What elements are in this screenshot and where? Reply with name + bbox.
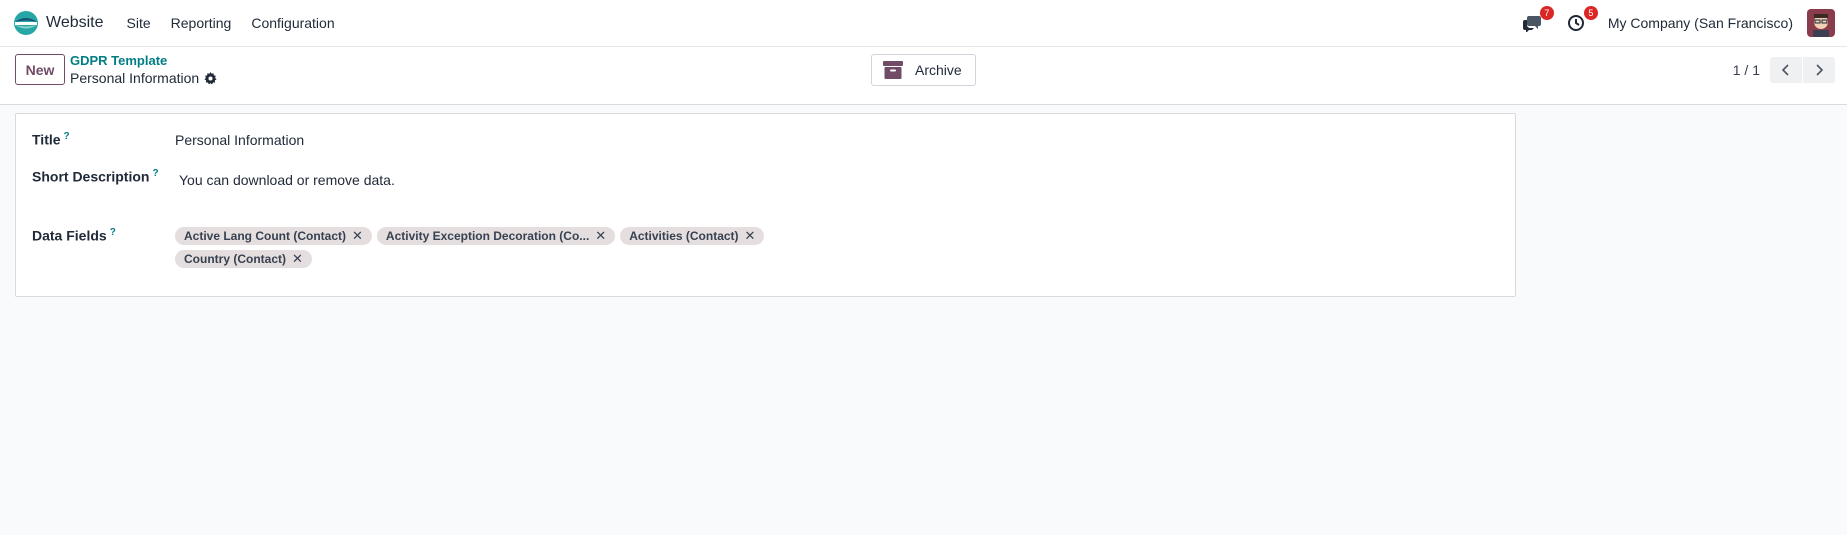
tag-label: Activity Exception Decoration (Co... — [385, 229, 590, 243]
breadcrumb-current-row: Personal Information — [70, 70, 217, 86]
tag-label: Activities (Contact) — [629, 229, 739, 243]
title-field[interactable]: Personal Information — [175, 132, 304, 148]
gear-icon[interactable] — [204, 71, 217, 85]
breadcrumb: GDPR Template Personal Information — [70, 53, 217, 86]
short-description-help-icon[interactable]: ? — [152, 168, 158, 179]
data-fields-label-text: Data Fields — [32, 227, 107, 244]
data-field-tag: Active Lang Count (Contact) ✕ — [175, 227, 372, 245]
tag-label: Country (Contact) — [184, 252, 286, 266]
main-menu: Site Reporting Configuration — [117, 15, 345, 31]
title-label: Title? — [32, 131, 70, 148]
pager-value[interactable]: 1 / 1 — [1733, 62, 1760, 78]
archive-button[interactable]: Archive — [871, 54, 976, 86]
remove-tag-icon[interactable]: ✕ — [352, 228, 363, 244]
menu-item-configuration[interactable]: Configuration — [241, 15, 344, 31]
user-avatar[interactable] — [1807, 9, 1835, 37]
top-navbar: Website Site Reporting Configuration 7 5… — [0, 0, 1847, 47]
title-help-icon[interactable]: ? — [64, 131, 70, 142]
record-pager: 1 / 1 — [1733, 57, 1835, 83]
app-brand[interactable]: Website — [13, 10, 104, 36]
breadcrumb-current: Personal Information — [70, 70, 200, 86]
menu-item-site[interactable]: Site — [117, 15, 161, 31]
messages-badge: 7 — [1539, 6, 1554, 20]
remove-tag-icon[interactable]: ✕ — [745, 228, 756, 244]
app-name: Website — [46, 14, 104, 31]
pager-previous-button[interactable] — [1770, 57, 1802, 83]
archive-box-icon — [883, 61, 903, 79]
remove-tag-icon[interactable]: ✕ — [595, 228, 606, 244]
form-sheet: Title? Personal Information Short Descri… — [15, 113, 1516, 297]
activities-badge: 5 — [1583, 6, 1598, 20]
data-field-tag: Activity Exception Decoration (Co... ✕ — [376, 227, 616, 245]
menu-item-reporting[interactable]: Reporting — [161, 15, 242, 31]
user-avatar-image — [1807, 9, 1835, 37]
data-fields-help-icon[interactable]: ? — [110, 227, 116, 238]
short-description-label-text: Short Description — [32, 168, 150, 185]
chat-icon — [1522, 16, 1541, 32]
short-description-label: Short Description? — [32, 168, 159, 185]
tag-label: Active Lang Count (Contact) — [184, 229, 346, 243]
company-switcher[interactable]: My Company (San Francisco) — [1608, 15, 1793, 31]
remove-tag-icon[interactable]: ✕ — [292, 251, 303, 267]
navbar-right: 7 5 My Company (San Francisco) — [1520, 0, 1847, 46]
chevron-left-icon — [1781, 64, 1789, 76]
title-label-text: Title — [32, 131, 61, 148]
control-panel: New GDPR Template Personal Information A… — [0, 47, 1847, 105]
data-field-tag: Country (Contact) ✕ — [175, 250, 312, 268]
new-button[interactable]: New — [15, 54, 65, 85]
data-fields-tags[interactable]: Active Lang Count (Contact) ✕ Activity E… — [175, 227, 795, 268]
breadcrumb-parent-link[interactable]: GDPR Template — [70, 53, 217, 68]
archive-label: Archive — [915, 62, 962, 78]
data-fields-label: Data Fields? — [32, 227, 116, 244]
data-field-tag: Activities (Contact) ✕ — [620, 227, 765, 245]
short-description-field[interactable]: You can download or remove data. — [179, 172, 395, 188]
website-app-logo-icon — [14, 11, 38, 35]
messages-button[interactable]: 7 — [1520, 6, 1554, 35]
chevron-right-icon — [1816, 64, 1824, 76]
clock-icon — [1567, 15, 1584, 31]
activities-button[interactable]: 5 — [1564, 6, 1598, 35]
pager-next-button[interactable] — [1803, 57, 1835, 83]
